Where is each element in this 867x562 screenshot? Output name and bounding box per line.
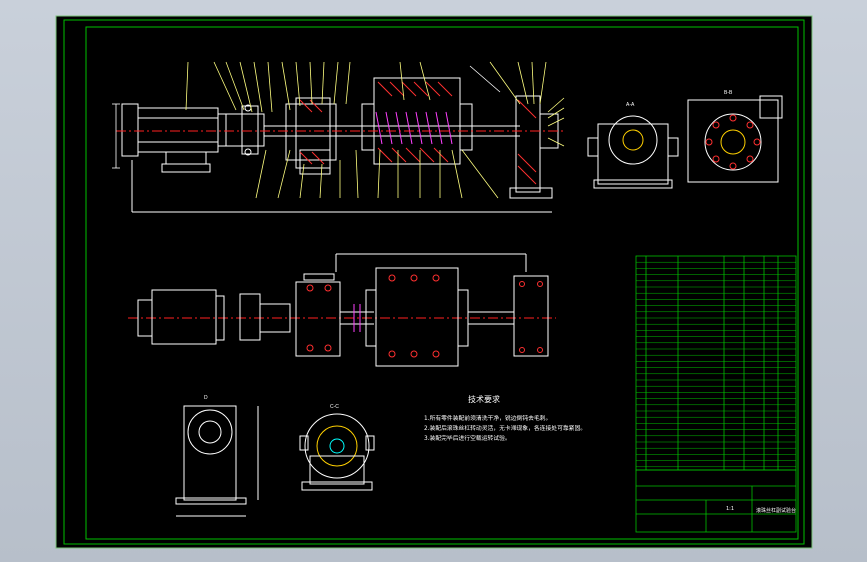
section-c-label: C-C <box>330 404 339 410</box>
drawing-scale: 1:1 <box>726 506 734 512</box>
notes-line-2: 2.装配后滚珠丝杠转动灵活，无卡滞现象，各连接处可靠紧固。 <box>424 424 586 432</box>
drawing-background <box>55 15 813 549</box>
section-b-label: B-B <box>724 90 733 96</box>
notes-line-1: 1.所有零件装配前须清洗干净，锐边倒钝去毛刺。 <box>424 414 551 422</box>
view-d-label: D <box>204 395 208 401</box>
cad-viewport[interactable]: A-A B-B D C-C 技术要求 1.所有零件装配前须清洗干净，锐边倒钝去毛… <box>0 0 867 562</box>
notes-line-3: 3.装配完毕后进行空载运转试验。 <box>424 434 511 442</box>
drawing-sheet: A-A B-B D C-C 技术要求 1.所有零件装配前须清洗干净，锐边倒钝去毛… <box>55 15 813 549</box>
notes-title: 技术要求 <box>468 394 500 404</box>
drawing-name: 滚珠丝杠副试验台 <box>756 507 796 514</box>
section-a-label: A-A <box>626 102 635 108</box>
